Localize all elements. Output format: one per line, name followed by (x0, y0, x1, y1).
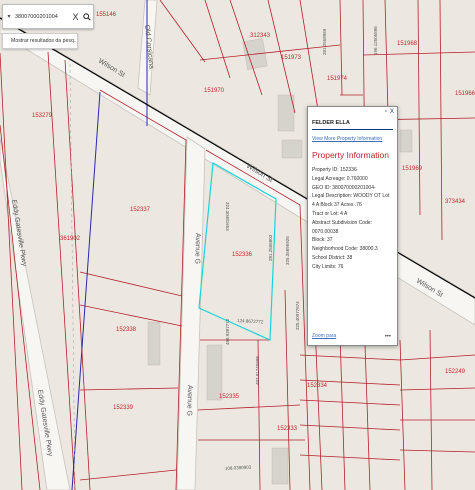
parcel-label: 152333 (277, 426, 298, 432)
property-fields: Property ID: 152336 Legal Acreage: 0.760… (312, 166, 393, 272)
parcel-label: 151968 (397, 41, 418, 47)
property-popup: ▫ X FELDER ELLA View More Property Infor… (307, 106, 398, 346)
parcel-label: 151973 (281, 55, 302, 61)
dimension-label: 325.40977674 (295, 301, 300, 330)
more-actions-button[interactable]: ••• (385, 334, 391, 340)
dimension-label: 281.2558969 (322, 28, 327, 55)
parcel-label: 361902 (60, 236, 81, 242)
parcel-label: 153279 (32, 113, 53, 119)
parcel-label: 152337 (130, 207, 151, 213)
zoom-to-link[interactable]: Zoom para (312, 333, 336, 339)
field-city-limits: City Limits: 76 (312, 263, 344, 270)
parcel-label: 152334 (307, 383, 328, 389)
search-input[interactable]: 38007000201004 (15, 14, 70, 20)
dimension-label: 325.35895926 (285, 236, 290, 265)
dimension-label: 196.12505896 (373, 26, 378, 55)
restore-icon[interactable]: ▫ (385, 109, 387, 115)
parcel-label: 151966 (455, 91, 475, 97)
field-geo-id: GEO ID: 380070000201004- (312, 184, 376, 191)
field-block: Block: 37 (312, 237, 333, 244)
dimension-label: 324.30481653 (225, 202, 230, 231)
field-neighborhood-code: Neighborhood Code: 38000.3 (312, 246, 378, 253)
field-school-district: School District: 38 (312, 254, 353, 261)
clear-search-button[interactable]: X (70, 12, 81, 22)
map-canvas[interactable]: Wilson St Wilson St Wilson St Old Corsic… (0, 0, 475, 490)
parcel-label: 152249 (445, 369, 466, 375)
parcel-label: 312343 (250, 33, 271, 39)
parcel-label: 152335 (219, 394, 240, 400)
search-icon[interactable] (81, 12, 93, 21)
search-box[interactable]: ▾ 38007000201004 X (2, 4, 94, 29)
search-source-dropdown-icon[interactable]: ▾ (3, 13, 15, 20)
parcel-label: 152336 (232, 252, 253, 258)
dimension-label: 281.2506803 (268, 234, 273, 261)
view-more-link[interactable]: View More Property Information (312, 136, 393, 142)
street-label-avenue-g-1: Avenue G (193, 233, 201, 264)
close-icon[interactable]: X (390, 109, 394, 115)
dimension-label: 487.91745998 (255, 356, 260, 385)
parcel-label: 152339 (113, 405, 134, 411)
search-icon-glyph (83, 12, 91, 21)
street-label-avenue-g-2: Avenue G (185, 385, 193, 416)
field-legal-acreage: Legal Acreage: 0.760000 (312, 175, 368, 182)
popup-titlebar: ▫ X (308, 107, 397, 116)
field-legal-description: Legal Description: WOODY OT Lot 4 A Bloc… (312, 193, 390, 209)
field-abstract-subdivision: Abstract Subdivision Code: 0070.00038 (312, 219, 373, 235)
field-tract-lot: Tract or Lot: 4 A (312, 210, 348, 217)
parcel-label: 155146 (96, 12, 117, 18)
popup-owner: FELDER ELLA (312, 120, 393, 130)
parcel-label: 151974 (327, 76, 348, 82)
parcel-label: 151969 (402, 166, 423, 172)
parcel-label: 151970 (204, 88, 225, 94)
search-suggestion[interactable]: Mostrar resultados da pesq... (2, 33, 78, 49)
field-property-id: Property ID: 152336 (312, 167, 357, 173)
dimension-label: 458.9387772 (225, 318, 230, 345)
parcel-label: 152338 (116, 327, 137, 333)
popup-heading: Property Information (312, 150, 390, 160)
parcel-label: 373434 (445, 199, 466, 205)
